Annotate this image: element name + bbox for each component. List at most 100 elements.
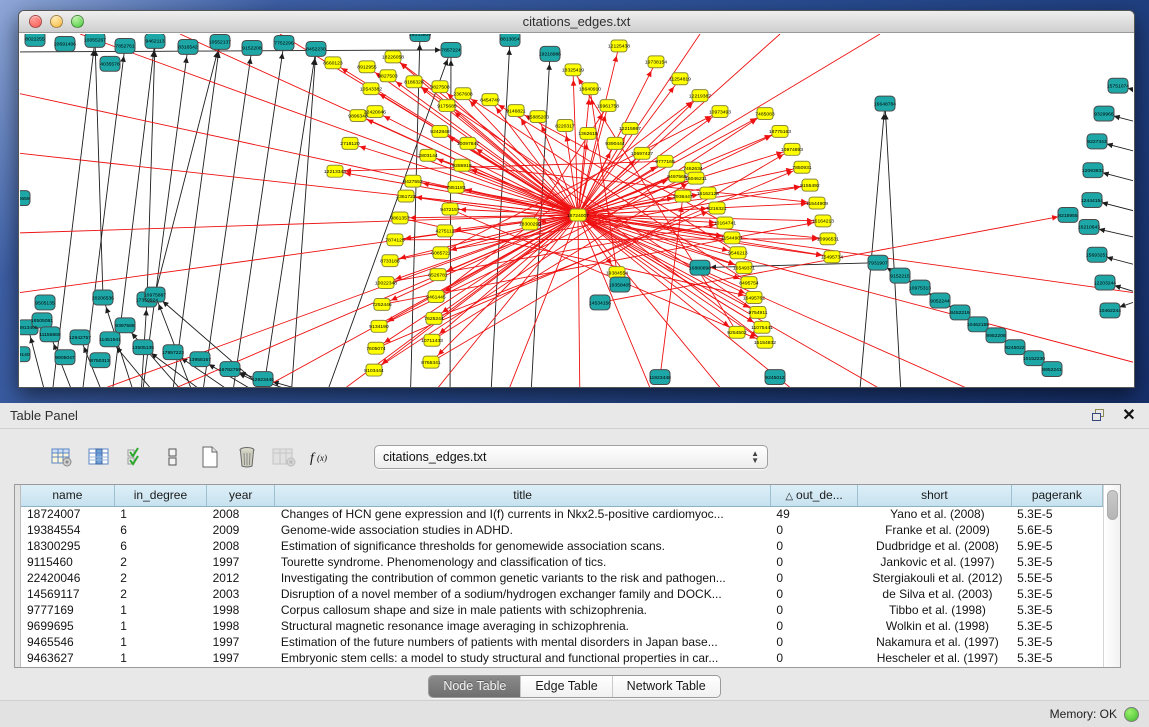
svg-text:8912955: 8912955 bbox=[357, 65, 377, 71]
column-header-title[interactable]: title bbox=[275, 485, 771, 506]
cell-year: 2008 bbox=[207, 538, 275, 554]
svg-text:10543382: 10543382 bbox=[360, 86, 382, 92]
cell-name: 14569117 bbox=[21, 586, 114, 602]
svg-text:9134190: 9134190 bbox=[369, 324, 389, 330]
svg-text:2361723: 2361723 bbox=[396, 194, 416, 200]
svg-text:19738154: 19738154 bbox=[645, 60, 667, 66]
cell-out_de: 49 bbox=[770, 506, 857, 522]
svg-text:12093832: 12093832 bbox=[1082, 168, 1104, 174]
svg-text:7605074: 7605074 bbox=[366, 346, 386, 352]
svg-text:8526781: 8526781 bbox=[428, 272, 448, 278]
cell-pagerank: 5.3E-5 bbox=[1011, 650, 1102, 666]
svg-text:11451941: 11451941 bbox=[99, 337, 121, 343]
close-window-button[interactable] bbox=[29, 15, 42, 28]
table-row[interactable]: 1872400712008Changes of HCN gene express… bbox=[21, 506, 1103, 522]
network-window: citations_edges.txt 18724007866012389129… bbox=[18, 10, 1135, 388]
svg-text:8316542: 8316542 bbox=[178, 45, 198, 51]
svg-text:9390444: 9390444 bbox=[605, 141, 625, 147]
svg-text:13505135: 13505135 bbox=[132, 345, 154, 351]
column-header-pagerank[interactable]: pagerank bbox=[1011, 485, 1102, 506]
row-height-icon[interactable] bbox=[161, 445, 185, 469]
cell-short: Jankovic et al. (1997) bbox=[858, 554, 1011, 570]
svg-text:13958167: 13958167 bbox=[189, 357, 211, 363]
table-settings-icon[interactable] bbox=[50, 445, 74, 469]
svg-text:10164741: 10164741 bbox=[714, 221, 736, 227]
column-header-name[interactable]: name bbox=[21, 485, 114, 506]
cell-pagerank: 5.9E-5 bbox=[1011, 538, 1102, 554]
new-document-icon[interactable] bbox=[198, 445, 222, 469]
svg-text:7852761: 7852761 bbox=[115, 44, 135, 50]
table-row[interactable]: 1938455462009Genome-wide association stu… bbox=[21, 522, 1103, 538]
table-row[interactable]: 1456911722003Disruption of a novel membe… bbox=[21, 586, 1103, 602]
svg-text:9952208: 9952208 bbox=[986, 333, 1006, 339]
svg-text:12942757: 12942757 bbox=[69, 335, 91, 341]
svg-text:20206536: 20206536 bbox=[92, 295, 114, 301]
cell-out_de: 0 bbox=[770, 634, 857, 650]
cell-year: 1998 bbox=[207, 602, 275, 618]
table-row[interactable]: 911546021997Tourette syndrome. Phenomeno… bbox=[21, 554, 1103, 570]
cell-title: Disruption of a novel member of a sodium… bbox=[275, 586, 771, 602]
select-rows-checks-icon[interactable] bbox=[124, 445, 148, 469]
function-builder-icon[interactable]: f(x) bbox=[309, 445, 333, 469]
svg-text:19384554: 19384554 bbox=[606, 270, 628, 276]
table-row[interactable]: 969969511998Structural magnetic resonanc… bbox=[21, 618, 1103, 634]
cell-out_de: 0 bbox=[770, 538, 857, 554]
svg-text:7857224: 7857224 bbox=[441, 48, 461, 54]
svg-text:16033809: 16033809 bbox=[409, 34, 431, 38]
scrollbar-thumb[interactable] bbox=[1107, 490, 1118, 520]
svg-text:9827503: 9827503 bbox=[378, 74, 398, 80]
table-row[interactable]: 946554611997Estimation of the future num… bbox=[21, 634, 1103, 650]
column-header-in_degree[interactable]: in_degree bbox=[114, 485, 206, 506]
cell-pagerank: 5.6E-5 bbox=[1011, 522, 1102, 538]
svg-text:f: f bbox=[310, 451, 316, 466]
network-canvas[interactable]: 1872400786601238912955182260589827503818… bbox=[20, 34, 1133, 387]
table-row[interactable]: 977716911998Corpus callosum shape and si… bbox=[21, 602, 1103, 618]
svg-text:8765341: 8765341 bbox=[421, 360, 441, 366]
table-type-tabs: Node TableEdge TableNetwork Table bbox=[428, 675, 720, 698]
svg-text:16046211: 16046211 bbox=[685, 176, 707, 182]
cell-in_degree: 1 bbox=[114, 634, 206, 650]
minimize-window-button[interactable] bbox=[50, 15, 63, 28]
svg-text:20691406: 20691406 bbox=[54, 42, 76, 48]
cell-in_degree: 2 bbox=[114, 570, 206, 586]
svg-text:10974893: 10974893 bbox=[781, 147, 803, 153]
svg-text:7850931: 7850931 bbox=[792, 165, 812, 171]
network-window-titlebar[interactable]: citations_edges.txt bbox=[19, 11, 1134, 33]
tab-edge-table[interactable]: Edge Table bbox=[521, 676, 612, 697]
cell-name: 9463627 bbox=[21, 650, 114, 666]
svg-text:9827508: 9827508 bbox=[430, 85, 450, 91]
close-panel-icon[interactable]: ✕ bbox=[1119, 407, 1139, 425]
cell-short: Franke et al. (2009) bbox=[858, 522, 1011, 538]
zoom-window-button[interactable] bbox=[71, 15, 84, 28]
cell-short: Hescheler et al. (1997) bbox=[858, 650, 1011, 666]
svg-text:2936447: 2936447 bbox=[673, 194, 693, 200]
svg-text:9242848: 9242848 bbox=[430, 129, 450, 135]
column-header-out_de[interactable]: △out_de... bbox=[770, 485, 857, 506]
node-table-grid: namein_degreeyeartitle△out_de...shortpag… bbox=[14, 484, 1121, 668]
float-panel-icon[interactable] bbox=[1089, 407, 1109, 425]
svg-text:11923448: 11923448 bbox=[649, 375, 671, 381]
column-header-short[interactable]: short bbox=[858, 485, 1011, 506]
svg-text:9546213: 9546213 bbox=[728, 251, 748, 257]
svg-text:8186328: 8186328 bbox=[404, 80, 424, 86]
svg-text:9254502: 9254502 bbox=[727, 330, 747, 336]
svg-text:9152208: 9152208 bbox=[242, 46, 262, 52]
svg-text:8139140: 8139140 bbox=[20, 352, 30, 358]
table-row[interactable]: 946362711997Embryonic stem cells: a mode… bbox=[21, 650, 1103, 666]
svg-text:9905047: 9905047 bbox=[55, 355, 75, 361]
svg-text:11254819: 11254819 bbox=[669, 77, 691, 83]
cell-pagerank: 5.3E-5 bbox=[1011, 554, 1102, 570]
memory-status-indicator[interactable] bbox=[1124, 707, 1139, 722]
table-row[interactable]: 1830029562008Estimation of significance … bbox=[21, 538, 1103, 554]
delete-trash-icon[interactable] bbox=[235, 445, 259, 469]
table-row[interactable]: 2242004622012Investigating the contribut… bbox=[21, 570, 1103, 586]
select-columns-icon[interactable] bbox=[87, 445, 111, 469]
tab-node-table[interactable]: Node Table bbox=[429, 676, 521, 697]
tab-network-table[interactable]: Network Table bbox=[613, 676, 720, 697]
table-selector-dropdown[interactable]: citations_edges.txt ▲▼ bbox=[374, 445, 768, 469]
column-header-year[interactable]: year bbox=[207, 485, 275, 506]
table-vertical-scrollbar[interactable] bbox=[1103, 485, 1120, 667]
svg-text:8952241: 8952241 bbox=[1042, 367, 1062, 373]
svg-text:9155492: 9155492 bbox=[800, 183, 820, 189]
svg-text:18325419: 18325419 bbox=[562, 68, 584, 74]
